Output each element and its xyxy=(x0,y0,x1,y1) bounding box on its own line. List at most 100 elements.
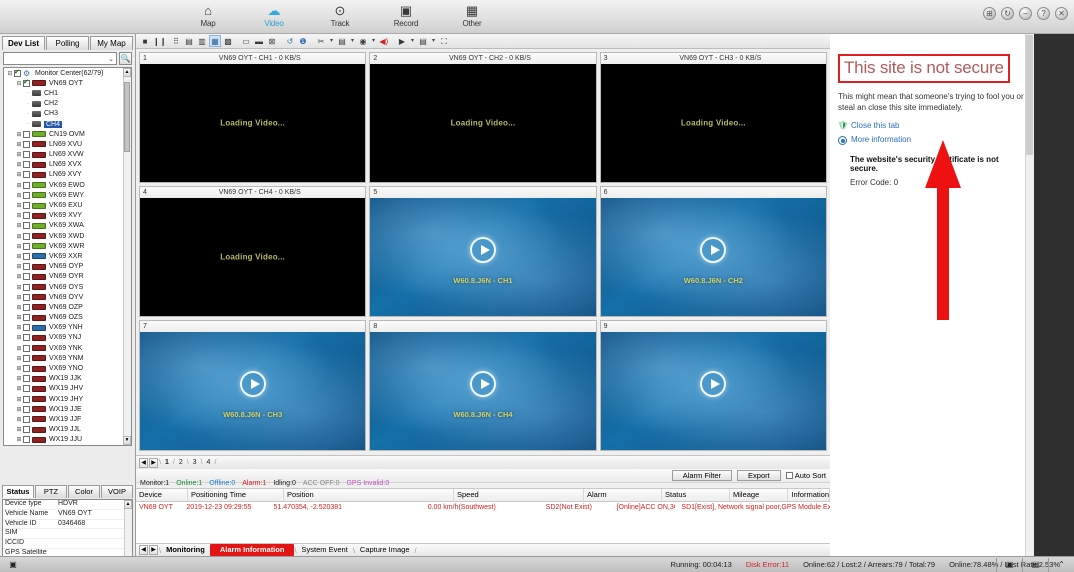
tree-expander-icon[interactable]: ⊞ xyxy=(15,263,23,270)
tree-node[interactable]: ⊞ VX69 YNM xyxy=(4,353,131,363)
tree-node[interactable]: ⊟ VN69 OYT xyxy=(4,78,131,88)
help-icon[interactable]: ? xyxy=(1037,7,1050,20)
tree-checkbox[interactable] xyxy=(23,334,30,342)
tab-capture-image[interactable]: Capture Image xyxy=(355,544,415,556)
tab-voip[interactable]: VOIP xyxy=(101,485,133,498)
tree-checkbox[interactable] xyxy=(23,365,30,373)
tree-node[interactable]: ⊞ VN69 OYV xyxy=(4,292,131,302)
mic-icon[interactable]: ❶ xyxy=(297,35,309,47)
tree-expander-icon[interactable]: ⊞ xyxy=(15,273,23,280)
tree-checkbox[interactable] xyxy=(23,181,30,189)
tree-expander-icon[interactable]: ⊞ xyxy=(15,243,23,250)
nav-item-map[interactable]: ⌂ Map xyxy=(175,1,241,28)
tree-expander-icon[interactable]: ⊞ xyxy=(15,304,23,311)
table-column-header[interactable]: Information xyxy=(788,489,830,501)
layout-9-icon[interactable]: ▦ xyxy=(209,35,221,47)
tab-system-event[interactable]: System Event xyxy=(297,544,353,556)
tree-checkbox[interactable] xyxy=(23,212,30,220)
snapshot-dropdown-caret-icon[interactable]: ▾ xyxy=(328,35,335,47)
tree-checkbox[interactable] xyxy=(23,151,30,159)
stop-icon[interactable]: ■ xyxy=(139,35,151,47)
tab-my-map[interactable]: My Map xyxy=(90,36,133,50)
search-icon[interactable]: 🔍 xyxy=(119,52,132,65)
tree-checkbox[interactable] xyxy=(23,293,30,301)
play-icon[interactable] xyxy=(700,236,727,263)
table-column-header[interactable]: Position xyxy=(284,489,454,501)
tree-node[interactable]: ⊞ WX19 JJF xyxy=(4,414,131,424)
tree-node[interactable]: ⊞ LN69 XVX xyxy=(4,160,131,170)
nav-item-other[interactable]: ▦ Other xyxy=(439,1,505,28)
tree-expander-icon[interactable]: ⊞ xyxy=(15,284,23,291)
tree-expander-icon[interactable]: ⊞ xyxy=(15,375,23,382)
rotate-icon[interactable]: ↺ xyxy=(284,35,296,47)
layout-4-icon[interactable]: ⠿ xyxy=(170,35,182,47)
browser-scrollbar[interactable] xyxy=(1025,34,1034,556)
play-icon[interactable] xyxy=(700,370,727,397)
tree-node[interactable]: ⊞ VK69 XWD xyxy=(4,231,131,241)
bottom-tab-next[interactable]: ▶ xyxy=(149,545,158,555)
tree-expander-icon[interactable]: ⊞ xyxy=(15,324,23,331)
tree-node[interactable]: ⊞WX19 JJY xyxy=(4,445,131,446)
tree-expander-icon[interactable]: ⊞ xyxy=(15,212,23,219)
tab-status[interactable]: Status xyxy=(2,485,34,498)
tree-checkbox[interactable] xyxy=(23,375,30,383)
tree-node[interactable]: ⊞ WX19 JJL xyxy=(4,425,131,435)
tree-node[interactable]: ⊞ VN69 OYR xyxy=(4,272,131,282)
tree-checkbox[interactable] xyxy=(23,395,30,403)
tree-node[interactable]: ⊞ CN19 OVM xyxy=(4,129,131,139)
table-column-header[interactable]: Device xyxy=(136,489,188,501)
tree-node[interactable]: ⊟ ⚙ Monitor Center(62/79) xyxy=(4,68,131,78)
video-cell[interactable]: 4 VN69 OYT - CH4 - 0 KB/S Loading Video... xyxy=(139,186,367,317)
tab-monitoring[interactable]: Monitoring xyxy=(161,544,210,556)
tree-expander-icon[interactable]: ⊞ xyxy=(15,222,23,229)
minimize-icon[interactable]: – xyxy=(1019,7,1032,20)
tree-scroll-down[interactable]: ▼ xyxy=(123,436,131,445)
tree-checkbox[interactable] xyxy=(23,405,30,413)
close-icon[interactable]: ✕ xyxy=(1055,7,1068,20)
chevron-icon[interactable]: ⌃ xyxy=(1048,558,1074,572)
photo-dropdown-caret-icon[interactable]: ▾ xyxy=(370,35,377,47)
search-input[interactable]: ⌄ xyxy=(3,52,117,65)
tree-node[interactable]: · CH4 xyxy=(4,119,131,129)
tree-node[interactable]: ⊞ VK69 EXU xyxy=(4,200,131,210)
video-cell[interactable]: 1 VN69 OYT - CH1 - 0 KB/S Loading Video... xyxy=(139,52,367,183)
expand-icon[interactable]: ⛶ xyxy=(438,35,450,47)
video-cell-body[interactable]: Loading Video... xyxy=(140,64,366,182)
list-icon[interactable]: ▤ xyxy=(417,35,429,47)
video-cell[interactable]: 8 W60.8.J6N - CH4 xyxy=(369,320,597,451)
tree-expander-icon[interactable]: ⊞ xyxy=(15,131,23,138)
tree-expander-icon[interactable]: ⊞ xyxy=(15,334,23,341)
tree-node[interactable]: ⊞ WX19 JHV xyxy=(4,384,131,394)
tree-checkbox[interactable] xyxy=(23,415,30,423)
tree-checkbox[interactable] xyxy=(23,385,30,393)
tree-checkbox[interactable] xyxy=(23,130,30,138)
photo-icon[interactable]: ◉ xyxy=(357,35,369,47)
video-cell-body[interactable]: Loading Video... xyxy=(370,64,596,182)
more-information-link[interactable]: More information xyxy=(838,135,1026,145)
tree-checkbox[interactable] xyxy=(23,426,30,434)
play-icon[interactable] xyxy=(239,370,266,397)
list-dropdown-caret-icon[interactable]: ▾ xyxy=(430,35,437,47)
table-column-header[interactable]: Alarm xyxy=(584,489,662,501)
tree-node[interactable]: ⊞ WX19 JJU xyxy=(4,435,131,445)
table-column-header[interactable]: Speed xyxy=(454,489,584,501)
tree-expander-icon[interactable]: ⊞ xyxy=(15,345,23,352)
tree-checkbox[interactable] xyxy=(23,263,30,271)
tree-checkbox[interactable] xyxy=(23,232,30,240)
tree-expander-icon[interactable]: ⊞ xyxy=(15,416,23,423)
table-row[interactable]: VN69 OYT 2019-12-23 09:29:55 51.470354, -2… xyxy=(136,502,830,514)
tree-checkbox[interactable] xyxy=(23,171,30,179)
tree-checkbox[interactable] xyxy=(23,273,30,281)
video-cell-body[interactable]: Loading Video... xyxy=(600,64,826,182)
full-screen-icon[interactable]: ▬ xyxy=(253,35,265,47)
tree-checkbox[interactable] xyxy=(23,314,30,322)
layout-6-icon[interactable]: ▤ xyxy=(183,35,195,47)
video-cell-body[interactable]: W60.8.J6N - CH1 xyxy=(370,198,596,316)
tree-expander-icon[interactable]: ⊞ xyxy=(15,171,23,178)
tree-node[interactable]: ⊞ VK69 XWR xyxy=(4,241,131,251)
table-column-header[interactable]: Status xyxy=(662,489,730,501)
video-page-3[interactable]: 3 xyxy=(189,457,201,469)
single-view-icon[interactable]: ▭ xyxy=(240,35,252,47)
tree-checkbox[interactable] xyxy=(23,354,30,362)
tree-node[interactable]: ⊞ VN69 OYP xyxy=(4,262,131,272)
